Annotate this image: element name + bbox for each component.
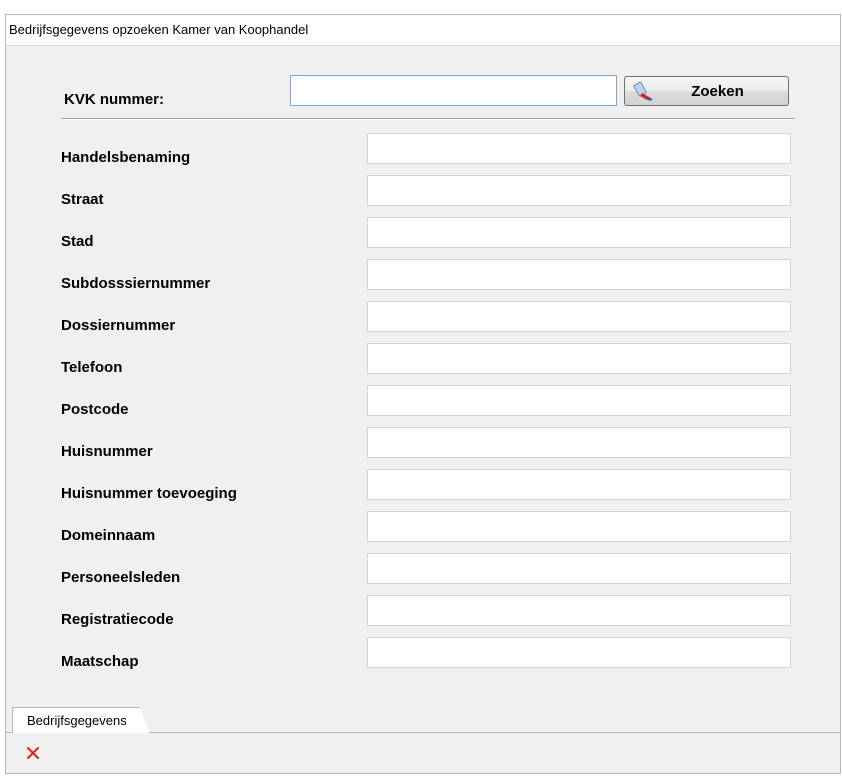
field-input[interactable]	[367, 595, 791, 626]
field-label: Personeelsleden	[61, 569, 181, 586]
search-button[interactable]: Zoeken	[624, 76, 789, 106]
field-input[interactable]	[367, 301, 791, 332]
field-input[interactable]	[367, 217, 791, 248]
field-input[interactable]	[367, 637, 791, 668]
kvk-number-label: KVK nummer:	[64, 91, 165, 108]
field-input[interactable]	[367, 175, 791, 206]
field-input[interactable]	[367, 427, 791, 458]
tab-label: Bedrijfsgegevens	[27, 713, 127, 728]
tab-strip: Bedrijfsgegevens	[6, 707, 840, 733]
dialog-window: Bedrijfsgegevens opzoeken Kamer van Koop…	[5, 14, 841, 774]
field-input[interactable]	[367, 553, 791, 584]
field-label: Subdosssiernummer	[61, 275, 211, 292]
field-label: Straat	[61, 191, 104, 208]
field-label: Registratiecode	[61, 611, 174, 628]
field-input[interactable]	[367, 133, 791, 164]
search-button-label: Zoeken	[691, 82, 744, 100]
field-label: Telefoon	[61, 359, 123, 376]
field-label: Maatschap	[61, 653, 139, 670]
separator	[61, 118, 795, 120]
field-input[interactable]	[367, 259, 791, 290]
close-icon[interactable]	[26, 746, 40, 760]
field-label: Stad	[61, 233, 94, 250]
field-label: Handelsbenaming	[61, 149, 191, 166]
field-input[interactable]	[367, 385, 791, 416]
magnifier-icon	[633, 81, 653, 101]
field-label: Postcode	[61, 401, 129, 418]
bottom-toolbar	[6, 733, 840, 773]
field-label: Domeinnaam	[61, 527, 156, 544]
field-label: Huisnummer	[61, 443, 153, 460]
field-input[interactable]	[367, 469, 791, 500]
kvk-number-input[interactable]	[290, 75, 617, 106]
window-title: Bedrijfsgegevens opzoeken Kamer van Koop…	[6, 15, 840, 46]
tab-bedrijfsgegevens[interactable]: Bedrijfsgegevens	[12, 707, 150, 733]
field-label: Dossiernummer	[61, 317, 176, 334]
field-input[interactable]	[367, 343, 791, 374]
field-label: Huisnummer toevoeging	[61, 485, 237, 502]
field-input[interactable]	[367, 511, 791, 542]
